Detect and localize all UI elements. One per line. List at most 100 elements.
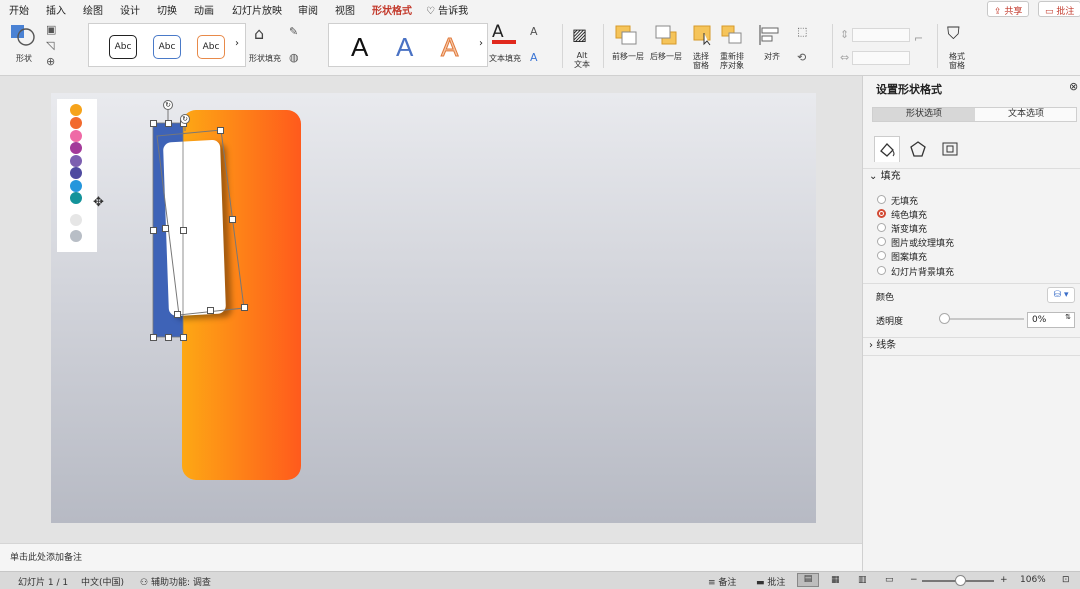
zoom-level[interactable]: 106% (1020, 575, 1046, 585)
textbox-icon[interactable]: ▣ (46, 23, 56, 36)
tab-shape-options[interactable]: 形状选项 (873, 108, 975, 121)
bring-forward-button[interactable] (614, 24, 638, 49)
fill-section-header[interactable]: ⌄ 填充 (863, 168, 1080, 185)
shape-style-2[interactable]: Abc (153, 35, 181, 59)
shape-outline-icon[interactable]: ✎ (289, 25, 298, 38)
resize-handle[interactable] (174, 311, 181, 318)
tab-view[interactable]: 视图 (335, 2, 355, 17)
tab-slideshow[interactable]: 幻灯片放映 (232, 2, 282, 17)
fill-line-tab[interactable] (874, 136, 900, 162)
alt-text-icon[interactable]: ▨ (572, 25, 587, 44)
text-outline-icon[interactable]: A (530, 25, 538, 38)
shape-insert-button[interactable] (10, 23, 36, 50)
resize-handle[interactable] (180, 227, 187, 234)
zoom-slider-thumb[interactable] (955, 575, 966, 586)
effects-tab[interactable] (905, 136, 931, 162)
option-solid-fill[interactable]: 纯色填充 (891, 208, 927, 221)
send-backward-button[interactable] (654, 24, 678, 49)
option-no-fill[interactable]: 无填充 (891, 194, 918, 207)
radio-no-fill[interactable] (877, 195, 886, 204)
language-indicator[interactable]: 中文(中国) (81, 575, 124, 588)
selection-pane-button[interactable] (692, 24, 714, 49)
notes-placeholder: 单击此处添加备注 (10, 553, 83, 563)
radio-picture-fill[interactable] (877, 237, 886, 246)
wordart-style-2[interactable]: A (396, 32, 413, 63)
notes-area[interactable]: 单击此处添加备注 (0, 543, 862, 571)
transparency-input[interactable]: 0% ⇅ (1027, 312, 1075, 328)
comment-button[interactable]: ▭ 批注 (1038, 1, 1080, 17)
reading-view-icon[interactable]: ▥ (858, 575, 867, 585)
format-pane-icon[interactable]: ⛉ (947, 24, 960, 44)
tab-text-options[interactable]: 文本选项 (976, 108, 1076, 121)
text-fill-button[interactable]: A (492, 22, 516, 44)
align-button[interactable] (758, 24, 782, 49)
resize-handle[interactable] (217, 127, 224, 134)
chevron-right-icon[interactable]: › (479, 38, 483, 49)
shape-style-1[interactable]: Abc (109, 35, 137, 59)
resize-handle[interactable] (241, 304, 248, 311)
slide-sorter-icon[interactable]: ▦ (831, 575, 840, 585)
tab-draw[interactable]: 绘图 (83, 2, 103, 17)
close-icon[interactable]: ⊗ (1069, 80, 1078, 93)
shape-effects-icon[interactable]: ◍ (289, 51, 299, 64)
option-gradient-fill[interactable]: 渐变填充 (891, 222, 927, 235)
radio-pattern-fill[interactable] (877, 251, 886, 260)
resize-handle[interactable] (150, 120, 157, 127)
tab-review[interactable]: 审阅 (298, 2, 318, 17)
slideshow-icon[interactable]: ▭ (885, 575, 894, 585)
resize-handle[interactable] (229, 216, 236, 223)
stepper-icon[interactable]: ⇅ (1065, 313, 1071, 321)
notes-toggle[interactable]: ≡ 备注 (708, 575, 736, 588)
tab-home[interactable]: 开始 (9, 2, 29, 17)
tab-animations[interactable]: 动画 (194, 2, 214, 17)
tab-insert[interactable]: 插入 (46, 2, 66, 17)
merge-shapes-icon[interactable]: ⊕ (46, 55, 55, 68)
option-picture-fill[interactable]: 图片或纹理填充 (891, 236, 954, 249)
lock-aspect-icon[interactable]: ⌐ (914, 32, 923, 45)
fit-slide-icon[interactable]: ⊡ (1062, 575, 1070, 585)
tab-design[interactable]: 设计 (120, 2, 140, 17)
line-section-header[interactable]: › 线条 (863, 337, 1080, 354)
accessibility-status[interactable]: ⚇ 辅助功能: 调查 (140, 575, 211, 588)
resize-handle[interactable] (165, 120, 172, 127)
zoom-out-icon[interactable]: − (910, 575, 918, 585)
resize-handle[interactable] (180, 334, 187, 341)
group-icon[interactable]: ⬚ (797, 25, 807, 38)
edit-shape-icon[interactable]: ◹ (46, 39, 54, 52)
size-properties-tab[interactable] (937, 136, 963, 162)
radio-gradient-fill[interactable] (877, 223, 886, 232)
share-button[interactable]: ⇪ 共享 (987, 1, 1030, 17)
transparency-slider-track[interactable] (941, 318, 1024, 320)
radio-solid-fill[interactable] (877, 209, 886, 218)
rotate-icon[interactable]: ⟲ (797, 51, 806, 64)
width-input[interactable] (852, 51, 910, 65)
color-picker-button[interactable]: ⛁ ▾ (1047, 287, 1075, 303)
paint-bucket-icon[interactable]: ⌂ (254, 24, 264, 43)
option-pattern-fill[interactable]: 图案填充 (891, 250, 927, 263)
transparency-slider-thumb[interactable] (939, 313, 950, 324)
resize-handle[interactable] (162, 225, 169, 232)
text-effects-icon[interactable]: A (530, 51, 538, 64)
height-input[interactable] (852, 28, 910, 42)
normal-view-icon[interactable]: ▤ (797, 573, 819, 587)
shape-style-3[interactable]: Abc (197, 35, 225, 59)
wordart-style-1[interactable]: A (351, 32, 368, 63)
zoom-in-icon[interactable]: + (1000, 575, 1008, 585)
comments-toggle[interactable]: ▬ 批注 (756, 575, 785, 588)
wordart-style-3[interactable]: A (440, 32, 458, 63)
rotate-handle-icon[interactable]: ↻ (163, 100, 173, 110)
chevron-right-icon[interactable]: › (235, 38, 239, 49)
rotate-handle-icon[interactable]: ↻ (180, 114, 190, 124)
radio-slide-bg-fill[interactable] (877, 266, 886, 275)
resize-handle[interactable] (207, 307, 214, 314)
resize-handle[interactable] (165, 334, 172, 341)
tab-transitions[interactable]: 切换 (157, 2, 177, 17)
slide-canvas[interactable]: ✥ ↻ ↻ (51, 93, 816, 523)
tell-me[interactable]: ♡ 告诉我 (426, 2, 468, 17)
text-fill-icon: A (492, 22, 504, 42)
resize-handle[interactable] (150, 334, 157, 341)
resize-handle[interactable] (150, 227, 157, 234)
format-pane-label: 格式 窗格 (949, 52, 965, 70)
option-slide-bg-fill[interactable]: 幻灯片背景填充 (891, 265, 954, 278)
reorder-objects-button[interactable] (720, 24, 744, 49)
